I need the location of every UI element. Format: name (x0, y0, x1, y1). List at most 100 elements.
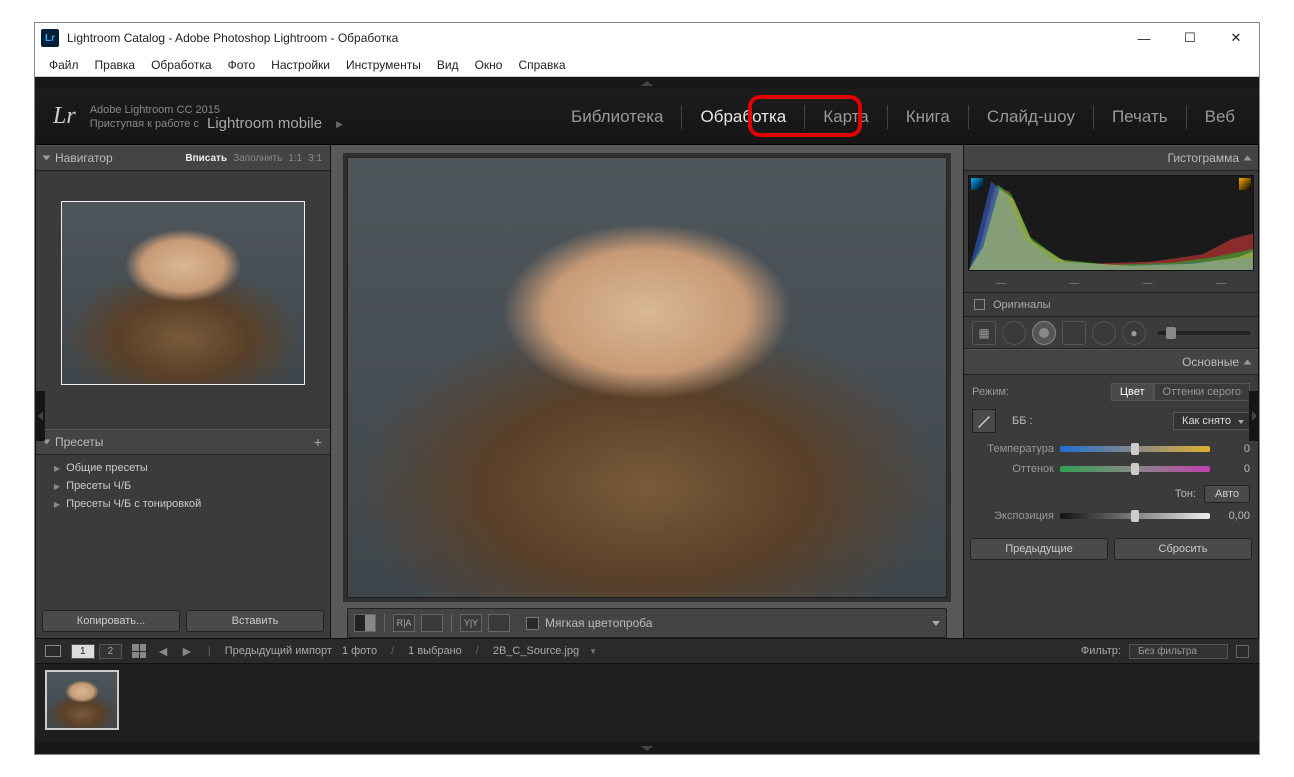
menu-edit[interactable]: Правка (87, 58, 144, 72)
filmstrip-header: 1 2 ◄ ► | Предыдущий импорт 1 фото / 1 в… (35, 638, 1259, 664)
page-1[interactable]: 1 (71, 644, 95, 659)
filmstrip[interactable] (35, 664, 1259, 742)
tone-label: Тон: (1175, 488, 1196, 500)
menu-help[interactable]: Справка (510, 58, 573, 72)
exposure-label: Экспозиция (972, 510, 1054, 522)
filter-label: Фильтр: (1081, 645, 1121, 657)
page-2[interactable]: 2 (99, 644, 123, 659)
tint-slider[interactable] (1060, 466, 1210, 472)
menu-photo[interactable]: Фото (220, 58, 264, 72)
softproof-checkbox[interactable] (526, 617, 539, 630)
brand-mobile[interactable]: Lightroom mobile (207, 117, 322, 131)
maximize-button[interactable]: ☐ (1167, 23, 1213, 53)
right-panel: Гистограмма ———— Оригиналы (963, 145, 1259, 638)
gradient-tool-icon[interactable] (1062, 321, 1086, 345)
temp-label: Температура (972, 443, 1054, 455)
menu-window[interactable]: Окно (467, 58, 511, 72)
filmstrip-thumb[interactable] (45, 670, 119, 730)
filter-lock-icon[interactable] (1236, 645, 1249, 658)
compare-icon[interactable] (488, 614, 510, 632)
temp-slider[interactable] (1060, 446, 1210, 452)
treatment-color[interactable]: Цвет (1111, 383, 1154, 401)
left-panel: Навигатор Вписать Заполнить 1:1 3:1 Прес… (35, 145, 331, 638)
menu-file[interactable]: Файл (41, 58, 87, 72)
image-canvas[interactable] (347, 157, 947, 598)
treatment-gray[interactable]: Оттенки серого (1154, 383, 1250, 401)
presets-title: Пресеты (55, 435, 103, 449)
presets-header[interactable]: Пресеты + (36, 429, 330, 455)
prev-photo-icon[interactable]: ◄ (156, 643, 170, 659)
navigator-header[interactable]: Навигатор Вписать Заполнить 1:1 3:1 (36, 145, 330, 171)
menu-develop[interactable]: Обработка (143, 58, 220, 72)
preset-folder[interactable]: ▶Пресеты Ч/Б (36, 477, 330, 495)
menu-bar: Файл Правка Обработка Фото Настройки Инс… (35, 53, 1259, 77)
tint-value[interactable]: 0 (1216, 463, 1250, 475)
temp-value[interactable]: 0 (1216, 443, 1250, 455)
module-map[interactable]: Карта (817, 103, 875, 131)
toolbar-menu-icon[interactable] (932, 621, 940, 626)
previous-button[interactable]: Предыдущие (970, 538, 1108, 560)
zoom-fill[interactable]: Заполнить (233, 153, 282, 164)
source-label[interactable]: Предыдущий импорт (225, 645, 332, 657)
auto-tone-button[interactable]: Авто (1204, 485, 1250, 503)
preset-folder[interactable]: ▶Пресеты Ч/Б с тонировкой (36, 495, 330, 513)
menu-settings[interactable]: Настройки (263, 58, 338, 72)
play-icon[interactable]: ▶ (336, 117, 343, 131)
exposure-slider[interactable] (1060, 513, 1210, 519)
radial-tool-icon[interactable] (1092, 321, 1116, 345)
left-panel-toggle[interactable] (35, 391, 45, 441)
histogram-header[interactable]: Гистограмма (964, 145, 1258, 171)
right-panel-toggle[interactable] (1249, 391, 1259, 441)
crop-tool-icon[interactable]: ▦ (972, 321, 996, 345)
basic-title: Основные (1182, 355, 1239, 369)
paste-button[interactable]: Вставить (186, 610, 324, 632)
close-button[interactable]: ✕ (1213, 23, 1259, 53)
before-after-lr-icon[interactable]: R|A (393, 614, 415, 632)
module-library[interactable]: Библиотека (565, 103, 669, 131)
originals-row[interactable]: Оригиналы (964, 293, 1258, 317)
tint-label: Оттенок (972, 463, 1054, 475)
wb-dropdown[interactable]: Как снято (1173, 412, 1250, 430)
copy-button[interactable]: Копировать... (42, 610, 180, 632)
histogram-title: Гистограмма (1168, 151, 1239, 165)
loupe-view-icon[interactable] (354, 614, 376, 632)
originals-checkbox-icon[interactable] (974, 299, 985, 310)
brush-size-slider[interactable] (1158, 331, 1250, 335)
preset-folder[interactable]: ▶Общие пресеты (36, 459, 330, 477)
module-book[interactable]: Книга (900, 103, 956, 131)
module-picker: Lr Adobe Lightroom CC 2015 Приступая к р… (35, 89, 1259, 145)
next-photo-icon[interactable]: ► (180, 643, 194, 659)
module-slideshow[interactable]: Слайд-шоу (981, 103, 1081, 131)
app-logo-icon: Lr (41, 29, 59, 47)
bottom-panel-toggle[interactable] (35, 742, 1259, 754)
basic-header[interactable]: Основные (964, 349, 1258, 375)
histogram[interactable] (968, 175, 1254, 271)
spot-tool-icon[interactable] (1002, 321, 1026, 345)
menu-view[interactable]: Вид (429, 58, 467, 72)
top-panel-toggle[interactable] (35, 77, 1259, 89)
module-develop[interactable]: Обработка (694, 103, 792, 131)
grid-view-icon[interactable] (132, 644, 146, 658)
wb-dropper-icon[interactable] (972, 409, 996, 433)
module-print[interactable]: Печать (1106, 103, 1174, 131)
add-preset-icon[interactable]: + (314, 434, 322, 450)
exposure-value[interactable]: 0,00 (1216, 510, 1250, 522)
second-window-icon[interactable] (45, 645, 61, 657)
navigator-preview[interactable] (36, 171, 330, 429)
reset-button[interactable]: Сбросить (1114, 538, 1252, 560)
zoom-1-1[interactable]: 1:1 (288, 153, 302, 164)
lightroom-logo-icon: Lr (53, 103, 76, 130)
module-web[interactable]: Веб (1199, 103, 1241, 131)
zoom-3-1[interactable]: 3:1 (308, 153, 322, 164)
redeye-tool-icon[interactable] (1032, 321, 1056, 345)
filter-dropdown[interactable]: Без фильтра (1129, 644, 1228, 659)
minimize-button[interactable]: — (1121, 23, 1167, 53)
brush-tool-icon[interactable]: ● (1122, 321, 1146, 345)
compare-yy-icon[interactable]: Y|Y (460, 614, 482, 632)
zoom-fit[interactable]: Вписать (185, 153, 227, 164)
before-after-tb-icon[interactable] (421, 614, 443, 632)
preset-list: ▶Общие пресеты ▶Пресеты Ч/Б ▶Пресеты Ч/Б… (36, 455, 330, 604)
menu-tools[interactable]: Инструменты (338, 58, 429, 72)
histogram-info: ———— (964, 275, 1258, 293)
loupe-toolbar: R|A Y|Y Мягкая цветопроба (347, 608, 947, 638)
